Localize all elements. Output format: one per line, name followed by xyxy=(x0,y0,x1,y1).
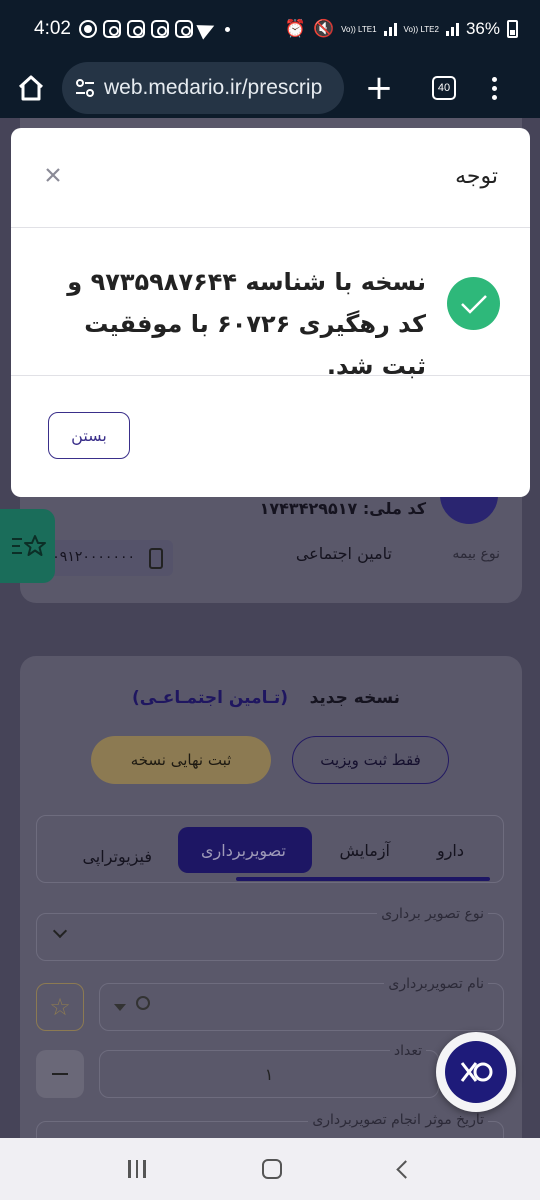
imaging-type-label: نوع تصویر برداری xyxy=(377,906,488,922)
count-value: ۱ xyxy=(264,1064,274,1084)
imaging-name-label: نام تصویربرداری xyxy=(384,976,488,992)
prescription-title: نسخه جدید xyxy=(309,688,400,708)
search-icon xyxy=(136,996,150,1010)
finalize-prescription-button[interactable]: ثبت نهایی نسخه xyxy=(91,736,271,784)
instagram-icon xyxy=(126,20,145,38)
phone-number: ۰۹۱۲۰۰۰۰۰۰۰ xyxy=(52,549,135,565)
messages-icon xyxy=(78,20,97,38)
tab-switcher-button[interactable]: 40 xyxy=(432,76,456,100)
address-bar[interactable]: web.medario.ir/prescrip xyxy=(62,62,344,114)
dialog-title: توجه xyxy=(455,164,498,189)
success-message: نسخه با شناسه ۹۷۳۵۹۸۷۶۴۴ و کد رهگیری ۶۰۷… xyxy=(67,268,426,380)
close-button[interactable]: بستن xyxy=(48,412,130,459)
phone-chip: ۰۹۱۲۰۰۰۰۰۰۰ xyxy=(45,540,173,576)
browser-toolbar: web.medario.ir/prescrip + 40 xyxy=(0,58,540,118)
national-code: کد ملی: ۱۷۴۳۴۲۹۵۱۷ xyxy=(259,499,426,518)
insurance-value: تامین اجتماعی xyxy=(295,544,392,563)
home-button-icon[interactable] xyxy=(262,1159,283,1179)
chevron-down-icon xyxy=(52,923,68,939)
status-time: 4:02 xyxy=(34,18,71,39)
system-navigation-bar xyxy=(0,1138,540,1200)
signal-icon xyxy=(445,22,459,36)
site-settings-icon[interactable] xyxy=(74,77,96,99)
decrease-count-button[interactable] xyxy=(36,1050,84,1098)
dropdown-caret-icon xyxy=(114,1004,126,1011)
signal-icon xyxy=(383,22,397,36)
favorites-list-icon xyxy=(11,535,46,556)
sim1-label: Vo)) LTE1 xyxy=(341,24,377,34)
alarm-icon: ⏰ xyxy=(284,19,306,38)
effective-date-label: تاریخ موثر انجام تصویربرداری xyxy=(308,1112,488,1128)
tab-physio[interactable]: فیزیوتراپی xyxy=(82,847,152,866)
sim2-label: Vo)) LTE2 xyxy=(403,24,439,34)
recent-apps-icon[interactable] xyxy=(128,1160,146,1178)
new-tab-icon[interactable]: + xyxy=(364,71,394,105)
mobile-icon xyxy=(149,548,163,569)
minus-icon xyxy=(52,1073,68,1075)
instagram-icon xyxy=(150,20,169,38)
tab-indicator xyxy=(236,877,490,881)
battery-icon xyxy=(507,20,518,38)
dialog-header: توجه xyxy=(11,128,530,228)
dialog-footer: بستن xyxy=(11,376,530,496)
count-input[interactable]: ۱ xyxy=(99,1050,439,1098)
instagram-icon xyxy=(102,20,121,38)
alert-dialog: توجه نسخه با شناسه ۹۷۳۵۹۸۷۶۴۴ و کد رهگیر… xyxy=(11,128,530,497)
battery-percent: 36% xyxy=(465,19,500,38)
url-text: web.medario.ir/prescrip xyxy=(104,76,323,99)
medario-logo-icon xyxy=(445,1041,507,1103)
favorite-star-button[interactable]: ☆ xyxy=(36,983,84,1031)
tab-lab[interactable]: آزمایش xyxy=(340,841,390,860)
close-icon[interactable] xyxy=(39,161,67,189)
telegram-icon xyxy=(196,18,218,40)
count-label: تعداد xyxy=(389,1043,426,1059)
visit-only-button[interactable]: فقط ثبت ویزیت xyxy=(292,736,449,784)
instagram-icon xyxy=(174,20,193,38)
insurance-label: نوع بیمه xyxy=(452,546,500,562)
back-icon[interactable] xyxy=(396,1159,415,1179)
dialog-body: نسخه با شناسه ۹۷۳۵۹۸۷۶۴۴ و کد رهگیری ۶۰۷… xyxy=(11,228,530,380)
tab-imaging-label: تصویربرداری xyxy=(201,841,286,860)
check-circle-icon xyxy=(447,277,500,330)
favorites-sidebar-button[interactable] xyxy=(0,509,55,583)
support-chat-button[interactable] xyxy=(436,1032,516,1112)
tab-drug[interactable]: دارو xyxy=(437,841,464,860)
notification-icons xyxy=(78,18,230,40)
status-bar: 4:02 ⏰ 🔇 Vo)) LTE1 Vo)) LTE2 36% xyxy=(0,0,540,58)
more-notifications-dot-icon xyxy=(224,26,230,32)
insurance-tag: (تـامین اجتمـاعـی) xyxy=(131,688,288,708)
overflow-menu-icon[interactable] xyxy=(492,76,497,100)
home-icon[interactable] xyxy=(14,71,48,105)
mute-icon: 🔇 xyxy=(312,19,335,38)
